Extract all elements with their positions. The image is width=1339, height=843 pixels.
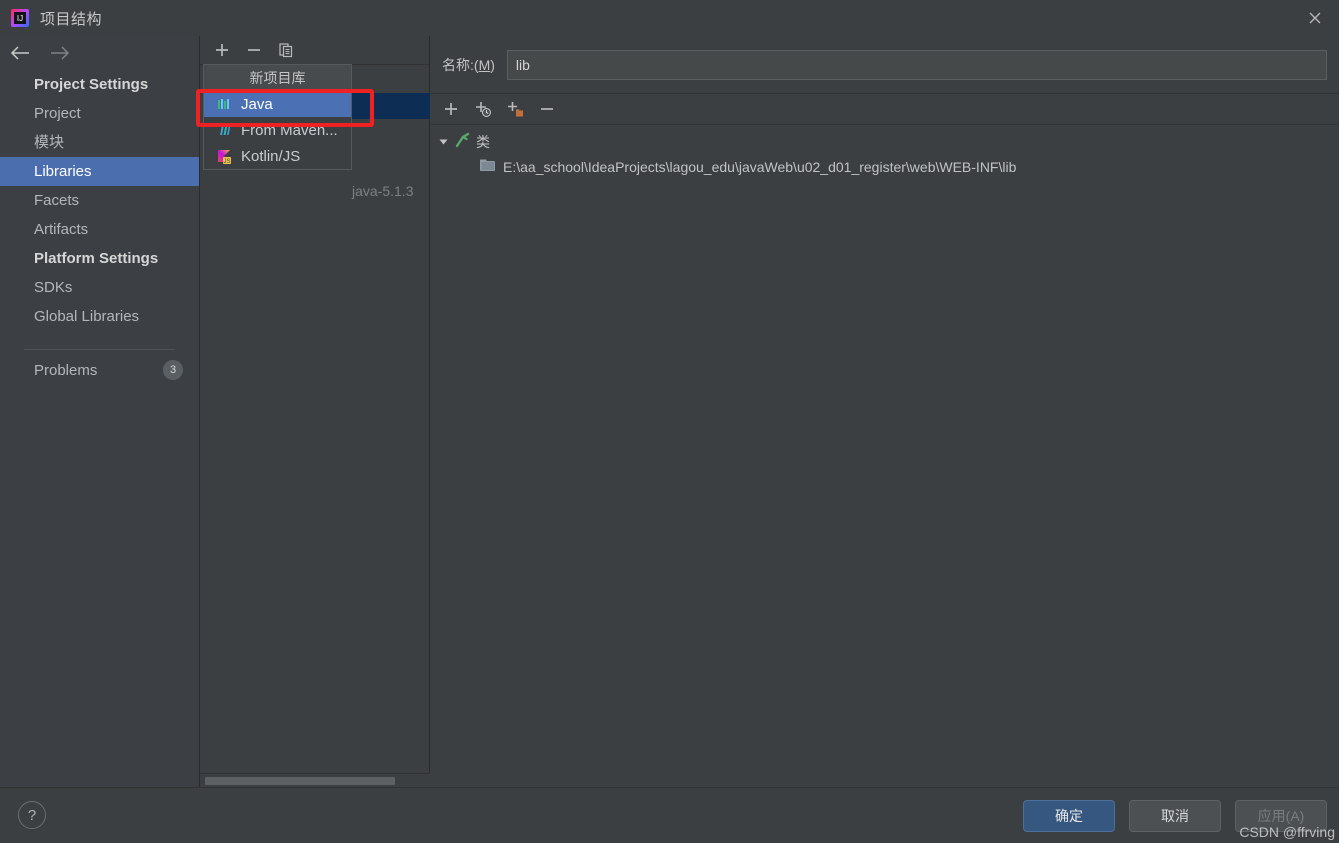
- project-structure-dialog: IJ 项目结构 Project Settings Project 模块 Libr…: [0, 0, 1339, 843]
- settings-sidebar: Project Settings Project 模块 Libraries Fa…: [0, 36, 200, 787]
- dialog-footer: ? 确定 取消 应用(A) CSDN @ffrving: [0, 787, 1339, 843]
- minus-icon[interactable]: [537, 99, 557, 119]
- svg-text:IJ: IJ: [17, 14, 23, 23]
- library-contents-toolbar: [431, 94, 1339, 125]
- new-library-popup-menu: 新项目库 Java From Maven... JS Kotlin/JS: [203, 64, 352, 170]
- java-icon: [216, 96, 233, 113]
- sidebar-item-artifacts[interactable]: Artifacts: [0, 215, 199, 244]
- archive-folder-icon: [479, 158, 496, 176]
- library-name-input[interactable]: [506, 49, 1327, 80]
- sidebar-item-global-libraries[interactable]: Global Libraries: [0, 302, 199, 331]
- classes-root-icon: [454, 132, 471, 152]
- popup-menu-item-kotlin-js[interactable]: JS Kotlin/JS: [204, 143, 351, 169]
- tree-child-label: E:\aa_school\IdeaProjects\lagou_edu\java…: [503, 158, 1017, 175]
- popup-menu-item-kotlin-js-label: Kotlin/JS: [241, 147, 301, 165]
- tree-row[interactable]: E:\aa_school\IdeaProjects\lagou_edu\java…: [431, 154, 1339, 179]
- sidebar-item-sdks[interactable]: SDKs: [0, 273, 199, 302]
- ok-button[interactable]: 确定: [1023, 800, 1115, 832]
- maven-icon: [216, 122, 233, 139]
- plus-clock-icon[interactable]: [473, 99, 493, 119]
- svg-text:JS: JS: [223, 159, 230, 165]
- sidebar-item-problems-label: Problems: [34, 361, 98, 379]
- tree-row[interactable]: 类: [431, 129, 1339, 154]
- sidebar-navigation: [0, 36, 199, 70]
- library-name-label: 名称:(M): [442, 55, 495, 75]
- sidebar-group-platform-settings: Platform Settings: [34, 250, 159, 267]
- library-details-panel: 名称:(M) lib 类 E:\aa_school\IdeaProjects\l…: [431, 36, 1339, 787]
- title-bar: IJ 项目结构: [0, 0, 1339, 36]
- popup-menu-item-from-maven[interactable]: From Maven...: [204, 117, 351, 143]
- close-icon[interactable]: [1291, 0, 1339, 36]
- minus-icon[interactable]: [244, 40, 264, 60]
- plus-folder-icon[interactable]: [505, 99, 525, 119]
- arrow-left-icon[interactable]: [8, 41, 32, 65]
- sidebar-item-project[interactable]: Project: [0, 99, 199, 128]
- help-icon[interactable]: ?: [18, 801, 46, 829]
- horizontal-scrollbar[interactable]: [200, 773, 430, 787]
- sidebar-item-problems[interactable]: Problems 3: [0, 350, 199, 386]
- sidebar-item-modules[interactable]: 模块: [0, 128, 199, 157]
- problems-count-badge: 3: [163, 360, 183, 380]
- plus-icon[interactable]: [212, 40, 232, 60]
- caret-down-icon[interactable]: [437, 136, 449, 148]
- popup-menu-item-java[interactable]: Java: [204, 91, 351, 117]
- popup-menu-item-from-maven-label: From Maven...: [241, 121, 338, 139]
- watermark-text: CSDN @ffrving: [1239, 824, 1335, 840]
- kotlin-js-icon: JS: [216, 148, 233, 165]
- cancel-button[interactable]: 取消: [1129, 800, 1221, 832]
- library-name-label-prefix: 名称:(: [442, 56, 479, 73]
- copy-icon[interactable]: [276, 40, 296, 60]
- library-name-label-mnemonic: M: [478, 56, 491, 73]
- popup-menu-item-java-label: Java: [241, 95, 273, 113]
- window-title: 项目结构: [40, 10, 103, 28]
- library-name-row: 名称:(M): [431, 36, 1339, 93]
- libraries-toolbar: [200, 36, 429, 65]
- sidebar-item-libraries[interactable]: Libraries: [0, 157, 199, 186]
- scrollbar-thumb[interactable]: [205, 777, 395, 785]
- arrow-right-icon[interactable]: [48, 41, 72, 65]
- library-row-selected[interactable]: [351, 93, 430, 119]
- popup-menu-header: 新项目库: [204, 65, 351, 91]
- library-row-label: java-5.1.3: [352, 183, 414, 199]
- library-name-label-suffix: ): [490, 56, 495, 73]
- plus-icon[interactable]: [441, 99, 461, 119]
- sidebar-item-facets[interactable]: Facets: [0, 186, 199, 215]
- tree-root-label: 类: [476, 133, 490, 150]
- intellij-idea-logo: IJ: [10, 8, 30, 28]
- library-contents-tree: 类 E:\aa_school\IdeaProjects\lagou_edu\ja…: [431, 125, 1339, 179]
- sidebar-group-project-settings: Project Settings: [34, 76, 149, 93]
